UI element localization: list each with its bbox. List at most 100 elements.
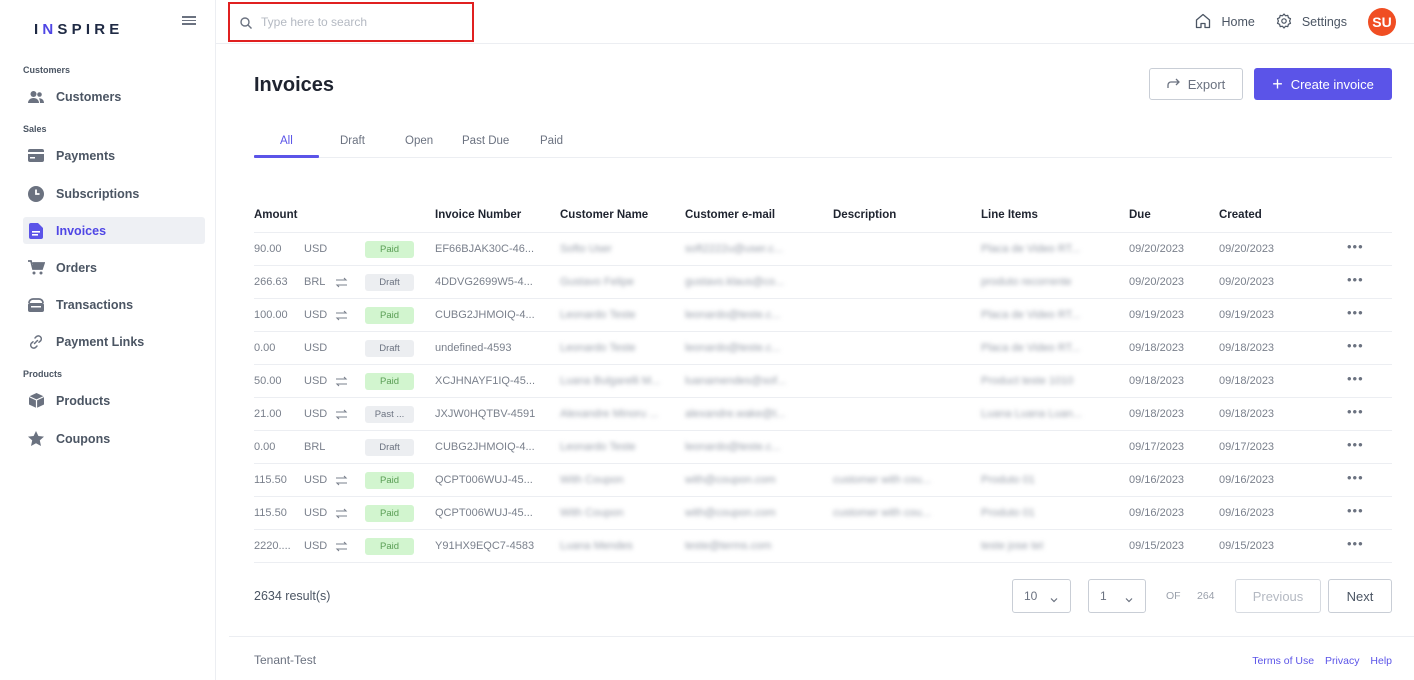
customer-name-cell: Leonardo Teste <box>560 342 636 354</box>
table-row[interactable]: 2220.... USD Y91HX9EQC7-4583 Luana Mendes te… <box>254 530 1392 563</box>
sidebar-item-payments[interactable]: Payments <box>23 142 205 169</box>
table-row[interactable]: 0.00 BRL CUBG2JHMOIQ-4... Leonardo Teste leo… <box>254 431 1392 464</box>
customer-email-cell: with@coupon.com <box>685 507 776 519</box>
sidebar-section-customers: Customers <box>23 65 71 75</box>
page-size-select[interactable]: 10 <box>1012 579 1071 613</box>
more-options-icon[interactable]: ••• <box>1347 437 1364 452</box>
amount-cell: 0.00 <box>254 441 276 453</box>
table-row[interactable]: 21.00 USD JXJW0HQTBV-4591 Alexandre Minoru … <box>254 398 1392 431</box>
created-cell: 09/19/2023 <box>1219 309 1275 321</box>
col-customer-email[interactable]: Customer e-mail <box>685 209 775 221</box>
export-button[interactable]: Export <box>1149 68 1243 100</box>
customer-name-cell: With Coupon <box>560 474 624 486</box>
col-description[interactable]: Description <box>833 209 896 221</box>
document-icon <box>27 222 45 240</box>
tab-open[interactable]: Open <box>405 135 433 147</box>
tenant-name: Tenant-Test <box>254 653 317 667</box>
tab-draft[interactable]: Draft <box>340 135 365 147</box>
active-tab-indicator <box>254 155 319 158</box>
col-due[interactable]: Due <box>1129 209 1151 221</box>
tab-past-due[interactable]: Past Due <box>462 135 509 147</box>
sidebar-section-products: Products <box>23 369 63 379</box>
sidebar-item-transactions[interactable]: Transactions <box>23 291 205 318</box>
sidebar-item-label: Payment Links <box>56 334 145 349</box>
privacy-link[interactable]: Privacy <box>1325 655 1359 667</box>
line-items-cell: Placa de Video RT... <box>981 309 1081 321</box>
invoice-number-cell: CUBG2JHMOIQ-4... <box>435 309 535 321</box>
col-customer-name[interactable]: Customer Name <box>560 209 648 221</box>
sidebar-item-payment-links[interactable]: Payment Links <box>23 328 205 355</box>
footer: Tenant-Test Terms of Use Privacy Help <box>229 636 1414 680</box>
table-row[interactable]: 266.63 BRL 4DDVG2699W5-4... Gustavo Felipe g… <box>254 266 1392 299</box>
avatar[interactable]: SU <box>1368 8 1396 36</box>
col-amount[interactable]: Amount <box>254 209 297 221</box>
sidebar-item-invoices[interactable]: Invoices <box>23 217 205 244</box>
create-invoice-label: Create invoice <box>1290 76 1374 92</box>
created-cell: 09/18/2023 <box>1219 408 1275 420</box>
table-row[interactable]: 115.50 USD QCPT006WUJ-45... With Coupon with… <box>254 464 1392 497</box>
sidebar-item-label: Products <box>56 393 111 408</box>
amount-cell: 115.50 <box>254 474 287 486</box>
customer-email-cell: soft2222u@user.c... <box>685 243 784 255</box>
plus-icon: + <box>1272 74 1283 94</box>
next-button[interactable]: Next <box>1328 579 1392 613</box>
search-box[interactable] <box>228 2 474 42</box>
more-options-icon[interactable]: ••• <box>1347 272 1364 287</box>
description-cell: customer with cou... <box>833 474 931 486</box>
sidebar-item-customers[interactable]: Customers <box>23 83 205 110</box>
repeat-icon <box>335 309 348 322</box>
sidebar-item-label: Transactions <box>56 297 134 312</box>
table-row[interactable]: 90.00 USD EF66BJAK30C-46... Softo User soft2… <box>254 233 1392 266</box>
clock-icon <box>27 185 45 203</box>
more-options-icon[interactable]: ••• <box>1347 404 1364 419</box>
tab-all[interactable]: All <box>280 135 293 147</box>
more-options-icon[interactable]: ••• <box>1347 470 1364 485</box>
created-cell: 09/16/2023 <box>1219 474 1275 486</box>
customer-name-cell: Alexandre Minoru ... <box>560 408 659 420</box>
created-cell: 09/16/2023 <box>1219 507 1275 519</box>
more-options-icon[interactable]: ••• <box>1347 536 1364 551</box>
wallet-icon <box>27 296 45 314</box>
more-options-icon[interactable]: ••• <box>1347 371 1364 386</box>
page-select[interactable]: 1 <box>1088 579 1146 613</box>
table-row[interactable]: 0.00 USD undefined-4593 Leonardo Teste leona… <box>254 332 1392 365</box>
table-row[interactable]: 100.00 USD CUBG2JHMOIQ-4... Leonardo Teste l… <box>254 299 1392 332</box>
customer-email-cell: with@coupon.com <box>685 474 776 486</box>
col-created[interactable]: Created <box>1219 209 1262 221</box>
invoice-number-cell: undefined-4593 <box>435 342 512 354</box>
tab-paid[interactable]: Paid <box>540 135 563 147</box>
previous-button[interactable]: Previous <box>1235 579 1321 613</box>
col-line-items[interactable]: Line Items <box>981 209 1038 221</box>
table-row[interactable]: 115.50 USD QCPT006WUJ-45... With Coupon with… <box>254 497 1392 530</box>
sidebar-item-coupons[interactable]: Coupons <box>23 425 205 452</box>
due-cell: 09/18/2023 <box>1129 408 1185 420</box>
home-link[interactable]: Home <box>1195 13 1255 32</box>
sidebar-item-orders[interactable]: Orders <box>23 254 205 281</box>
search-input[interactable] <box>261 15 461 29</box>
status-badge: Draft <box>365 274 414 291</box>
footer-links: Terms of Use Privacy Help <box>1244 655 1392 667</box>
table-row[interactable]: 50.00 USD XCJHNAYF1IQ-45... Luana Bulgarell… <box>254 365 1392 398</box>
terms-link[interactable]: Terms of Use <box>1252 655 1314 667</box>
more-options-icon[interactable]: ••• <box>1347 305 1364 320</box>
due-cell: 09/15/2023 <box>1129 540 1185 552</box>
currency-cell: USD <box>304 540 328 552</box>
status-badge: Paid <box>365 373 414 390</box>
sidebar-item-subscriptions[interactable]: Subscriptions <box>23 180 205 207</box>
created-cell: 09/18/2023 <box>1219 342 1275 354</box>
help-link[interactable]: Help <box>1370 655 1392 667</box>
due-cell: 09/17/2023 <box>1129 441 1185 453</box>
logo[interactable]: INSPIRE <box>34 21 123 38</box>
sidebar-item-label: Customers <box>56 89 122 104</box>
col-invoice-number[interactable]: Invoice Number <box>435 209 521 221</box>
sidebar-item-products[interactable]: Products <box>23 387 205 414</box>
export-arrow-icon <box>1167 77 1180 92</box>
settings-link[interactable]: Settings <box>1276 12 1347 32</box>
more-options-icon[interactable]: ••• <box>1347 503 1364 518</box>
more-options-icon[interactable]: ••• <box>1347 239 1364 254</box>
menu-toggle-icon[interactable] <box>182 14 196 28</box>
customer-email-cell: gustavo.klaus@co... <box>685 276 785 288</box>
create-invoice-button[interactable]: + Create invoice <box>1254 68 1392 100</box>
line-items-cell: Product teste 1010 <box>981 375 1074 387</box>
more-options-icon[interactable]: ••• <box>1347 338 1364 353</box>
